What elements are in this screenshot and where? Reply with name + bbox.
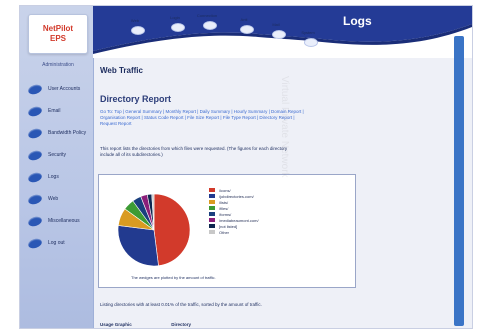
sidebar-header: Administration — [42, 62, 74, 68]
watermark: Virtual Private Network — [40, 76, 290, 246]
nav-connection-icon[interactable] — [203, 21, 217, 30]
nav-mail-icon[interactable] — [272, 30, 286, 39]
listing-description: Listing directories with at least 0.01% … — [100, 302, 262, 307]
nav-label-login: Login — [170, 15, 180, 20]
page-title: Logs — [343, 14, 372, 28]
nav-label-web: Web — [130, 18, 140, 23]
nav-label-connection: Connection — [196, 13, 218, 18]
nav-anti-icon[interactable] — [240, 25, 254, 34]
nav-label-mail: Mail — [272, 22, 280, 27]
section-title: Web Traffic — [100, 66, 143, 75]
logo-line-1: NetPilot — [42, 24, 74, 33]
column-usage-graphic: Usage Graphic — [100, 322, 132, 327]
nav-system-icon[interactable] — [304, 38, 318, 47]
logo-line-2: EPS — [49, 34, 66, 43]
logo[interactable]: NetPilot EPS — [28, 14, 88, 54]
nav-login-icon[interactable] — [171, 23, 185, 32]
app-window: NetPilot EPS Administration User Account… — [20, 6, 472, 328]
nav-label-anti: Anti — [240, 17, 248, 22]
top-navigation-bar: Logs Web Login Connection Anti Mail Syst… — [93, 6, 472, 58]
table-header: Usage Graphic Directory — [100, 322, 300, 327]
column-directory: Directory — [171, 322, 192, 327]
watermark-line: Virtual Private Network — [279, 76, 290, 178]
right-scroll-bar[interactable] — [454, 36, 464, 326]
nav-web-icon[interactable] — [131, 26, 145, 35]
chart-caption: The wedges are plotted by the amount of … — [131, 275, 216, 280]
nav-label-system: System — [301, 30, 315, 35]
